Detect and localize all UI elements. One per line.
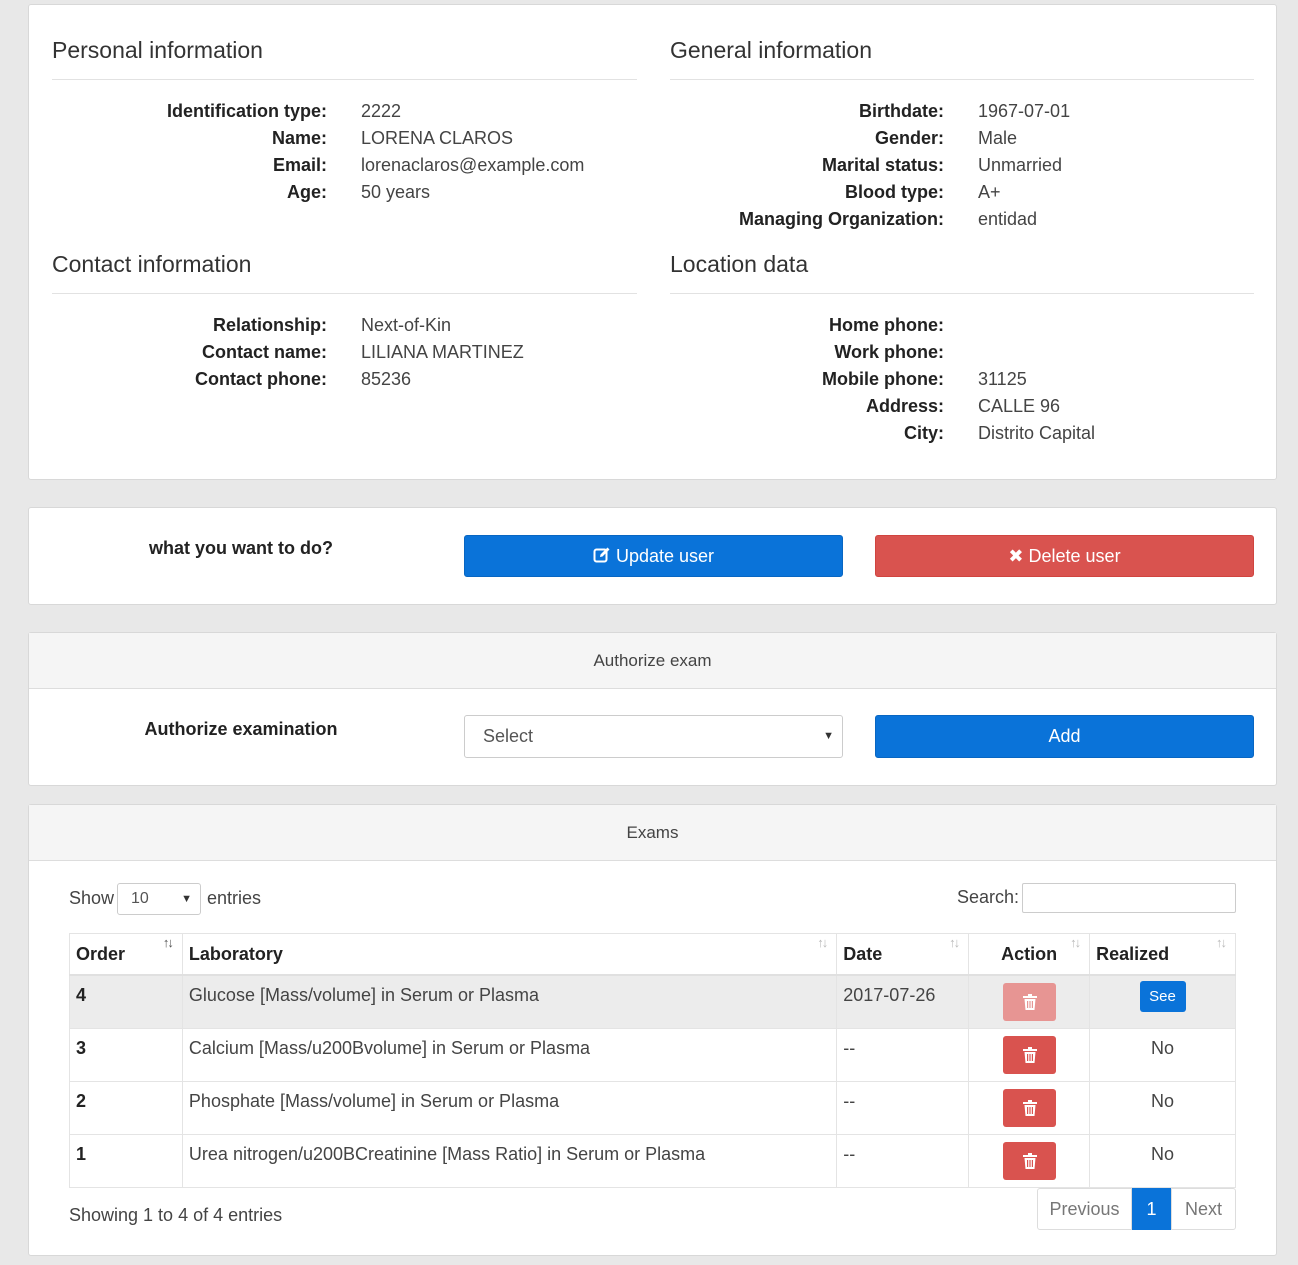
see-button[interactable]: See: [1139, 981, 1186, 1012]
location-row: Work phone:: [834, 342, 944, 362]
authorize-exam-panel: Authorize exam Authorize examination Sel…: [28, 632, 1277, 786]
search-input[interactable]: [1022, 883, 1236, 913]
location-row: Address: CALLE 96: [865, 396, 1061, 416]
realized-cell: No: [1089, 1028, 1236, 1082]
trash-icon: [1022, 994, 1037, 1010]
chevron-down-icon: ▼: [823, 730, 834, 742]
personal-row: Email: lorenaclaros@example.com: [272, 155, 585, 175]
exam-select-value: Select: [483, 726, 534, 746]
general-row: Gender: Male: [874, 128, 1018, 148]
realized-cell: No: [1089, 1134, 1236, 1188]
location-row: Home phone:: [829, 315, 944, 335]
chevron-down-icon: ▼: [181, 893, 192, 905]
column-header-order[interactable]: Order ↑↓: [69, 933, 183, 976]
general-row: Managing Organization: entidad: [739, 209, 1038, 229]
location-row: City: Distrito Capital: [904, 423, 1096, 443]
realized-cell: See: [1089, 974, 1236, 1029]
authorize-exam-heading: Authorize exam: [29, 633, 1276, 689]
search-label: Search:: [957, 887, 1020, 907]
table-row: 3 Calcium [Mass/u200Bvolume] in Serum or…: [69, 1028, 1236, 1082]
page-size-select[interactable]: 10 ▼: [117, 883, 201, 915]
order-cell: 2: [69, 1081, 183, 1135]
personal-information-title: Personal information: [52, 37, 263, 63]
realized-cell: No: [1089, 1081, 1236, 1135]
divider: [670, 79, 1254, 80]
date-cell: --: [836, 1134, 970, 1188]
contact-row: Relationship: Next-of-Kin: [212, 315, 452, 335]
delete-exam-button[interactable]: [1002, 1036, 1056, 1074]
update-user-button[interactable]: Update user: [464, 535, 843, 577]
table-row: 4 Glucose [Mass/volume] in Serum or Plas…: [69, 974, 1236, 1029]
exams-heading: Exams: [29, 805, 1276, 861]
personal-row: Identification type: 2222: [166, 101, 402, 121]
exams-panel: Exams Show 10 ▼ entries Search: Order ↑↓ …: [28, 804, 1277, 1256]
column-header-date[interactable]: Date ↑↓: [836, 933, 970, 976]
general-row: Marital status: Unmarried: [821, 155, 1063, 175]
previous-page-button[interactable]: Previous: [1037, 1188, 1132, 1230]
sort-icon: ↑↓: [1216, 935, 1227, 950]
table-row: 1 Urea nitrogen/u200BCreatinine [Mass Ra…: [69, 1134, 1236, 1188]
laboratory-cell: Urea nitrogen/u200BCreatinine [Mass Rati…: [181, 1134, 838, 1188]
delete-exam-button[interactable]: [1002, 983, 1056, 1021]
location-data-title: Location data: [670, 251, 809, 277]
edit-icon: [593, 547, 610, 563]
general-row: Blood type: A+: [845, 182, 1001, 202]
action-cell: [968, 1028, 1091, 1082]
personal-row: Age: 50 years: [287, 182, 431, 202]
action-cell: [968, 1081, 1091, 1135]
sort-icon: ↑↓: [1070, 935, 1081, 950]
sort-icon: ↑↓: [949, 935, 960, 950]
actions-prompt: what you want to do?: [149, 538, 333, 558]
add-exam-button[interactable]: Add: [875, 715, 1254, 758]
general-row: Birthdate: 1967-07-01: [859, 101, 1071, 121]
laboratory-cell: Calcium [Mass/u200Bvolume] in Serum or P…: [181, 1028, 838, 1082]
page-1-button[interactable]: 1: [1132, 1188, 1171, 1230]
exams-table: Order ↑↓ Laboratory ↑↓ Date ↑↓ Action ↑↓ Rea…: [69, 933, 1236, 1188]
order-cell: 4: [69, 974, 183, 1029]
delete-exam-button[interactable]: [1002, 1089, 1056, 1127]
divider: [52, 79, 637, 80]
laboratory-cell: Phosphate [Mass/volume] in Serum or Plas…: [181, 1081, 838, 1135]
table-info: Showing 1 to 4 of 4 entries: [69, 1205, 283, 1225]
sort-icon: ↑↓: [162, 935, 174, 950]
contact-row: Contact phone: 85236: [195, 369, 412, 389]
authorize-examination-label: Authorize examination: [144, 719, 338, 739]
date-cell: --: [836, 1028, 970, 1082]
close-icon: ✖: [1008, 546, 1024, 566]
page-size-value: 10: [131, 890, 149, 907]
exam-select[interactable]: Select ▼: [464, 715, 843, 758]
show-label: Show: [69, 888, 115, 908]
order-cell: 1: [69, 1134, 183, 1188]
table-row: 2 Phosphate [Mass/volume] in Serum or Pl…: [69, 1081, 1236, 1135]
trash-icon: [1022, 1100, 1037, 1116]
entries-label: entries: [207, 888, 262, 908]
delete-user-button[interactable]: ✖ Delete user: [875, 535, 1254, 577]
action-cell: [968, 1134, 1091, 1188]
date-cell: --: [836, 1081, 970, 1135]
location-row: Mobile phone: 31125: [822, 369, 1027, 389]
laboratory-cell: Glucose [Mass/volume] in Serum or Plasma: [181, 974, 838, 1029]
sort-icon: ↑↓: [817, 935, 828, 950]
contact-row: Contact name: LILIANA MARTINEZ: [201, 342, 524, 362]
action-cell: [968, 974, 1091, 1029]
delete-user-label: Delete user: [1028, 546, 1121, 566]
table-header-row: Order ↑↓ Laboratory ↑↓ Date ↑↓ Action ↑↓ Rea…: [69, 933, 1236, 976]
update-user-label: Update user: [615, 546, 715, 566]
patient-info-panel: Personal information Identification type…: [28, 4, 1277, 480]
column-header-action[interactable]: Action ↑↓: [968, 933, 1091, 976]
trash-icon: [1022, 1047, 1037, 1063]
delete-exam-button[interactable]: [1002, 1142, 1056, 1180]
next-page-button[interactable]: Next: [1171, 1188, 1236, 1230]
order-cell: 3: [69, 1028, 183, 1082]
divider: [52, 293, 637, 294]
contact-information-title: Contact information: [52, 251, 252, 277]
divider: [670, 293, 1254, 294]
column-header-realized[interactable]: Realized ↑↓: [1089, 933, 1236, 976]
column-header-laboratory[interactable]: Laboratory ↑↓: [181, 933, 838, 976]
user-actions-panel: what you want to do? Update user ✖ Delete…: [28, 507, 1277, 605]
general-information-title: General information: [670, 37, 872, 63]
trash-icon: [1022, 1153, 1037, 1169]
personal-row: Name: LORENA CLAROS: [271, 128, 514, 148]
date-cell: 2017-07-26: [836, 974, 970, 1029]
